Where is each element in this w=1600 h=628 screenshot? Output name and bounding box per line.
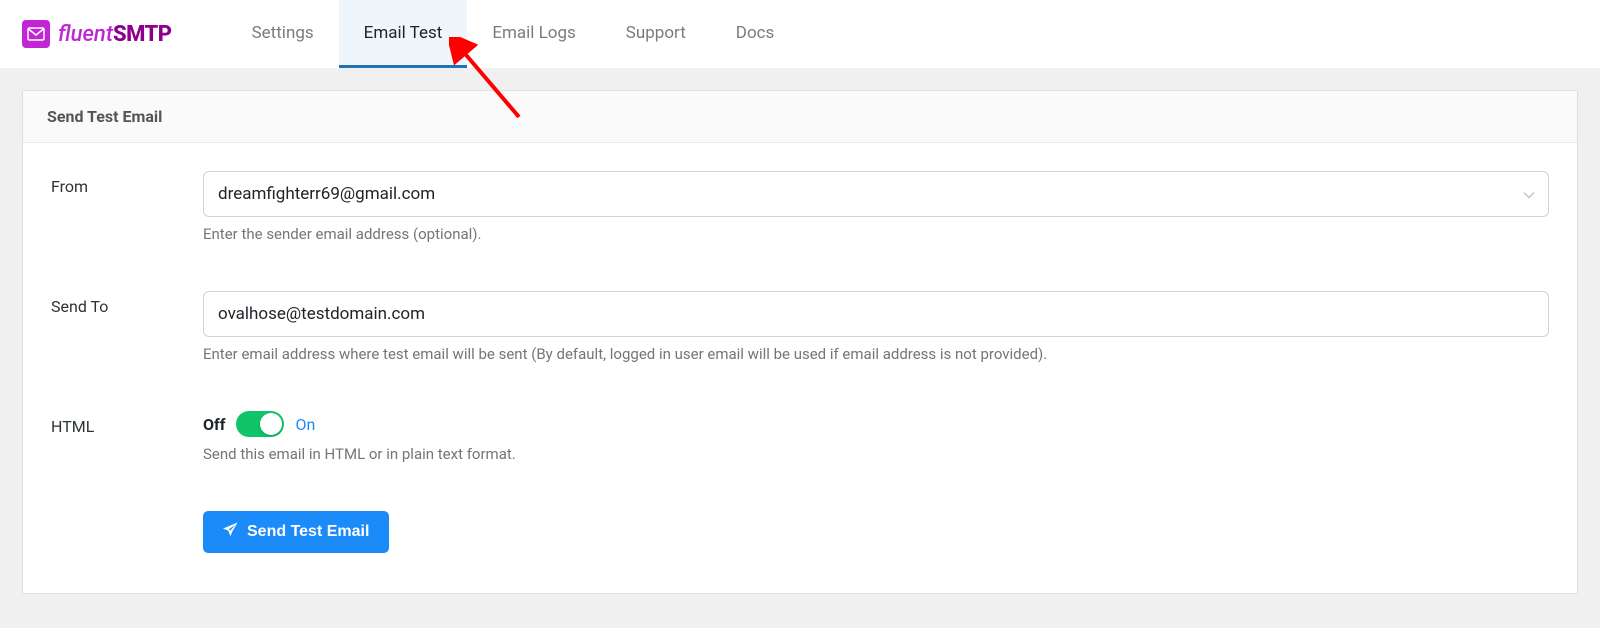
from-label: From xyxy=(51,171,203,243)
tab-support[interactable]: Support xyxy=(601,0,711,68)
tabs-nav: Settings Email Test Email Logs Support D… xyxy=(227,0,800,68)
send-to-input[interactable] xyxy=(203,291,1549,337)
send-button-label: Send Test Email xyxy=(247,523,369,541)
send-to-row: Send To Enter email address where test e… xyxy=(51,291,1549,363)
from-row: From dreamfighterr69@gmail.com Enter the… xyxy=(51,171,1549,243)
toggle-off-label: Off xyxy=(203,415,225,434)
toggle-on-label: On xyxy=(295,415,315,434)
send-to-hint: Enter email address where test email wil… xyxy=(203,345,1549,363)
html-toggle[interactable] xyxy=(236,411,284,437)
html-hint: Send this email in HTML or in plain text… xyxy=(203,445,1549,463)
tab-settings[interactable]: Settings xyxy=(227,0,339,68)
from-hint: Enter the sender email address (optional… xyxy=(203,225,1549,243)
brand-logo: fluentSMTP xyxy=(22,20,172,48)
panel-title: Send Test Email xyxy=(23,91,1577,143)
brand-text: fluentSMTP xyxy=(58,22,172,47)
send-test-email-panel: Send Test Email From dreamfighterr69@gma… xyxy=(22,90,1578,594)
send-to-label: Send To xyxy=(51,291,203,363)
tab-email-logs[interactable]: Email Logs xyxy=(467,0,600,68)
send-test-email-button[interactable]: Send Test Email xyxy=(203,511,389,553)
html-label: HTML xyxy=(51,411,203,463)
paper-plane-icon xyxy=(223,522,238,542)
tab-docs[interactable]: Docs xyxy=(711,0,800,68)
tab-email-test[interactable]: Email Test xyxy=(339,0,468,68)
from-select[interactable]: dreamfighterr69@gmail.com xyxy=(203,171,1549,217)
top-nav: fluentSMTP Settings Email Test Email Log… xyxy=(0,0,1600,68)
html-row: HTML Off On Send this email in HTML or i… xyxy=(51,411,1549,463)
envelope-icon xyxy=(22,20,50,48)
